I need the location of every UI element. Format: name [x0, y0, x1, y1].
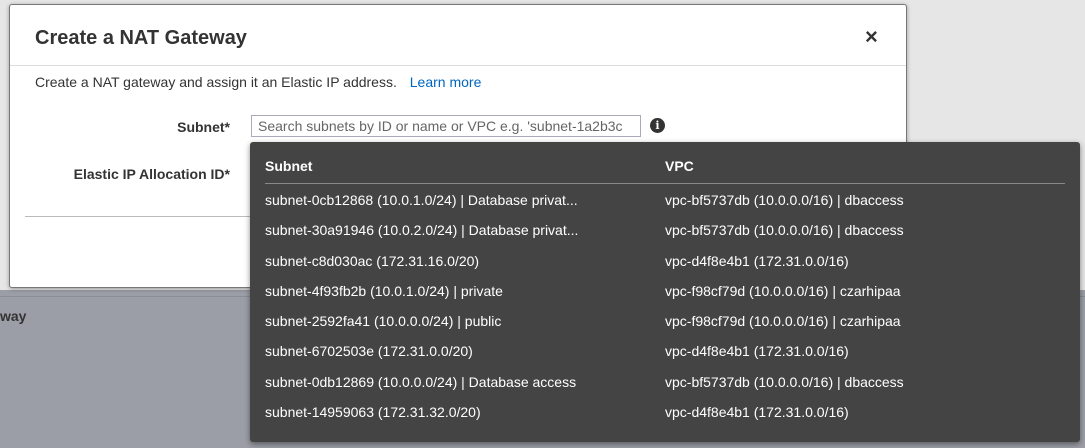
option-subnet: subnet-6702503e (172.31.0.0/20): [265, 343, 473, 360]
option-subnet: subnet-2592fa41 (10.0.0.0/24) | public: [265, 313, 502, 330]
subnet-option[interactable]: subnet-30a91946 (10.0.2.0/24) | Database…: [265, 214, 1065, 244]
option-subnet: subnet-c8d030ac (172.31.16.0/20): [265, 252, 480, 269]
option-vpc: vpc-bf5737db (10.0.0.0/16) | dbaccess: [665, 373, 904, 390]
option-vpc: vpc-f98cf79d (10.0.0.0/16) | czarhipaa: [665, 282, 901, 299]
dropdown-header: Subnet VPC: [265, 142, 1065, 184]
learn-more-link[interactable]: Learn more: [410, 74, 482, 90]
modal-description: Create a NAT gateway and assign it an El…: [35, 74, 481, 90]
option-vpc: vpc-d4f8e4b1 (172.31.0.0/16): [665, 404, 849, 421]
elastic-ip-label: Elastic IP Allocation ID*: [73, 166, 230, 182]
subnet-option[interactable]: subnet-2592fa41 (10.0.0.0/24) | public v…: [265, 305, 1065, 335]
modal-title: Create a NAT Gateway: [35, 27, 247, 49]
option-vpc: vpc-d4f8e4b1 (172.31.0.0/16): [665, 252, 849, 269]
subnet-option[interactable]: subnet-4f93fb2b (10.0.1.0/24) | private …: [265, 275, 1065, 305]
option-subnet: subnet-0cb12868 (10.0.1.0/24) | Database…: [265, 192, 578, 208]
option-vpc: vpc-bf5737db (10.0.0.0/16) | dbaccess: [665, 222, 904, 239]
background-heading-fragment: way: [0, 308, 27, 324]
subnet-search-input[interactable]: [251, 115, 641, 137]
subnet-option[interactable]: subnet-c8d030ac (172.31.16.0/20) vpc-d4f…: [265, 245, 1065, 275]
subnet-label: Subnet*: [177, 119, 230, 135]
info-icon[interactable]: i: [650, 118, 665, 133]
modal-header: Create a NAT Gateway ×: [10, 5, 906, 66]
close-icon[interactable]: ×: [865, 25, 878, 49]
option-subnet: subnet-14959063 (172.31.32.0/20): [265, 404, 481, 421]
option-vpc: vpc-bf5737db (10.0.0.0/16) | dbaccess: [665, 192, 904, 208]
subnet-dropdown: Subnet VPC subnet-0cb12868 (10.0.1.0/24)…: [250, 142, 1080, 442]
option-vpc: vpc-d4f8e4b1 (172.31.0.0/16): [665, 343, 849, 360]
description-text: Create a NAT gateway and assign it an El…: [35, 74, 397, 90]
option-vpc: vpc-f98cf79d (10.0.0.0/16) | czarhipaa: [665, 313, 901, 330]
column-header-subnet: Subnet: [265, 158, 313, 174]
option-subnet: subnet-4f93fb2b (10.0.1.0/24) | private: [265, 282, 503, 299]
dropdown-options: subnet-0cb12868 (10.0.1.0/24) | Database…: [265, 184, 1065, 426]
subnet-option[interactable]: subnet-0db12869 (10.0.0.0/24) | Database…: [265, 366, 1065, 396]
subnet-option[interactable]: subnet-6702503e (172.31.0.0/20) vpc-d4f8…: [265, 335, 1065, 365]
subnet-option[interactable]: subnet-14959063 (172.31.32.0/20) vpc-d4f…: [265, 396, 1065, 426]
subnet-option[interactable]: subnet-0cb12868 (10.0.1.0/24) | Database…: [265, 184, 1065, 214]
column-header-vpc: VPC: [665, 158, 694, 174]
option-subnet: subnet-0db12869 (10.0.0.0/24) | Database…: [265, 373, 577, 390]
option-subnet: subnet-30a91946 (10.0.2.0/24) | Database…: [265, 222, 579, 239]
